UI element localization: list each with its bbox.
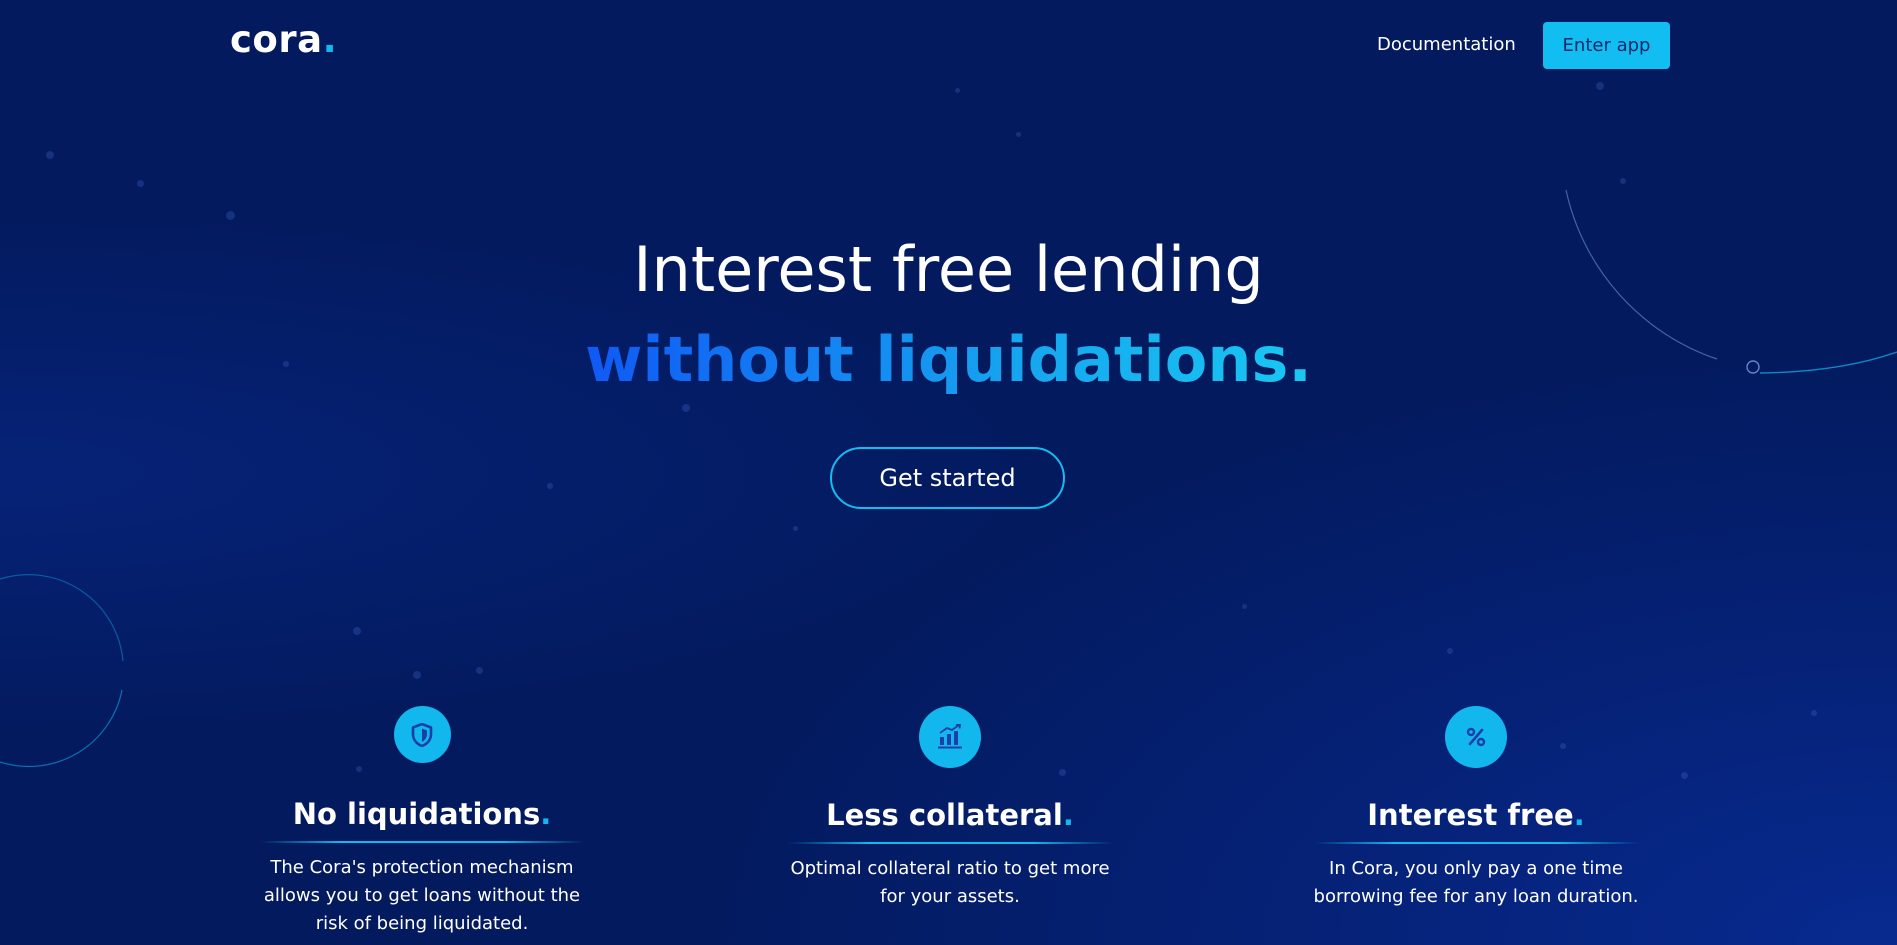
hero-subtitle-gradient-text: without liquidations. [585, 323, 1312, 396]
logo-dot: . [322, 18, 338, 61]
enter-app-button[interactable]: Enter app [1543, 22, 1670, 69]
hero-subtitle: without liquidations. [0, 322, 1897, 398]
bar-chart-icon [919, 706, 981, 768]
feature-no-liquidations: No liquidations. The Cora's protection m… [252, 706, 592, 938]
hero-title: Interest free lending [633, 233, 1264, 306]
feature-divider [787, 842, 1113, 844]
documentation-link[interactable]: Documentation [1377, 34, 1516, 55]
percent-icon [1445, 706, 1507, 768]
feature-interest-free: Interest free. In Cora, you only pay a o… [1306, 706, 1646, 911]
feature-description: The Cora's protection mechanism allows y… [263, 857, 581, 934]
feature-divider [259, 841, 585, 843]
shield-icon [393, 706, 451, 763]
get-started-button[interactable]: Get started [830, 447, 1065, 509]
feature-title: Less collateral. [826, 798, 1074, 832]
logo-text: cora [230, 18, 323, 61]
feature-title: Interest free. [1367, 798, 1585, 832]
logo[interactable]: cora. [230, 18, 337, 61]
feature-divider [1313, 842, 1639, 844]
feature-description: Optimal collateral ratio to get more for… [790, 858, 1110, 907]
feature-description: In Cora, you only pay a one time borrowi… [1313, 858, 1639, 907]
feature-title: No liquidations. [292, 797, 552, 831]
feature-less-collateral: Less collateral. Optimal collateral rati… [780, 706, 1120, 911]
